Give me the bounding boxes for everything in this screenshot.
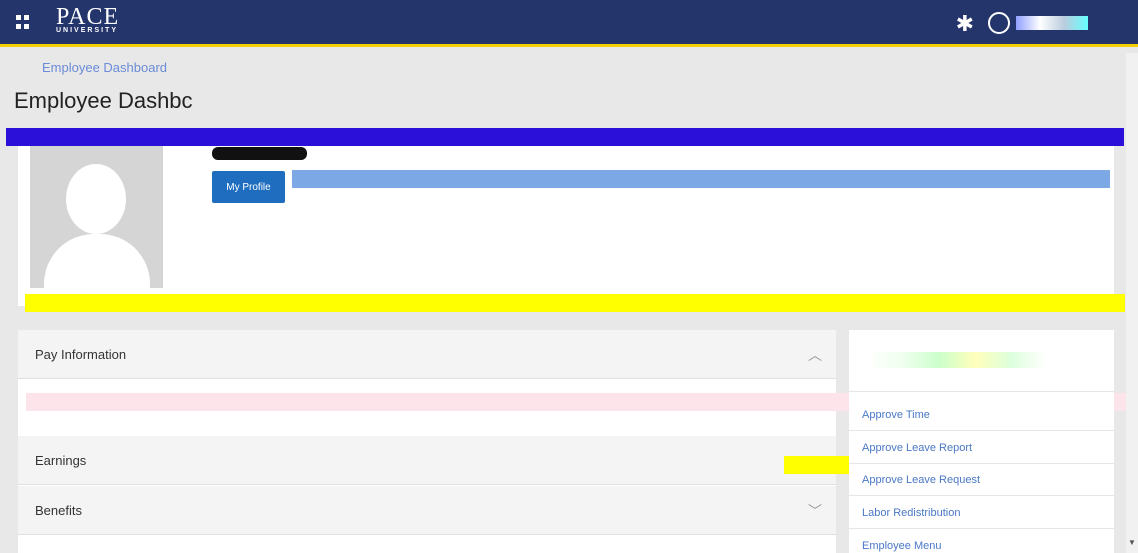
profile-card: My Profile xyxy=(18,146,1114,306)
approve-leave-report-link[interactable]: Approve Leave Report xyxy=(862,442,972,454)
employee-name-redacted xyxy=(212,147,307,160)
pay-information-header[interactable]: Pay Information ︿ xyxy=(18,330,836,379)
employee-menu-link[interactable]: Employee Menu xyxy=(862,540,942,552)
chevron-down-icon[interactable]: ﹀ xyxy=(808,501,822,521)
avatar xyxy=(30,146,163,288)
pay-panel: Pay Information ︿ Earnings Benefits ﹀ xyxy=(18,330,836,553)
approve-leave-request-link[interactable]: Approve Leave Request xyxy=(862,474,980,486)
profile-info-redacted xyxy=(292,170,1110,188)
grid-icon[interactable] xyxy=(14,13,32,31)
approve-time-link[interactable]: Approve Time xyxy=(862,409,930,421)
page-title: Employee Dashbc xyxy=(14,88,193,113)
logo[interactable]: PACE UNIVERSITY xyxy=(56,4,119,34)
pay-information-label: Pay Information xyxy=(35,347,127,362)
my-profile-button[interactable]: My Profile xyxy=(212,171,285,203)
earnings-header[interactable]: Earnings xyxy=(18,436,836,485)
breadcrumb[interactable]: Employee Dashboard xyxy=(42,60,167,75)
chevron-up-icon[interactable]: ︿ xyxy=(808,345,822,365)
user-name-redacted xyxy=(1016,16,1088,30)
top-navbar: PACE UNIVERSITY ✱ xyxy=(0,0,1138,47)
user-icon xyxy=(988,12,1010,34)
profile-header-band xyxy=(6,128,1124,146)
labor-redistribution-link[interactable]: Labor Redistribution xyxy=(862,507,960,519)
vertical-scrollbar[interactable]: ▼ xyxy=(1126,53,1138,553)
user-menu[interactable] xyxy=(988,10,1088,36)
scroll-down-icon[interactable]: ▼ xyxy=(1128,538,1136,547)
gear-icon[interactable]: ✱ xyxy=(956,11,974,37)
panel-header xyxy=(849,330,1114,392)
redacted-strip xyxy=(25,294,1125,312)
my-activities-panel: Approve Time Approve Leave Report Approv… xyxy=(849,330,1114,553)
panel-title-redacted xyxy=(867,352,1047,368)
benefits-label: Benefits xyxy=(35,503,82,518)
earnings-label: Earnings xyxy=(35,453,87,468)
benefits-header[interactable]: Benefits ﹀ xyxy=(18,486,836,535)
logo-subtext: UNIVERSITY xyxy=(56,27,119,34)
